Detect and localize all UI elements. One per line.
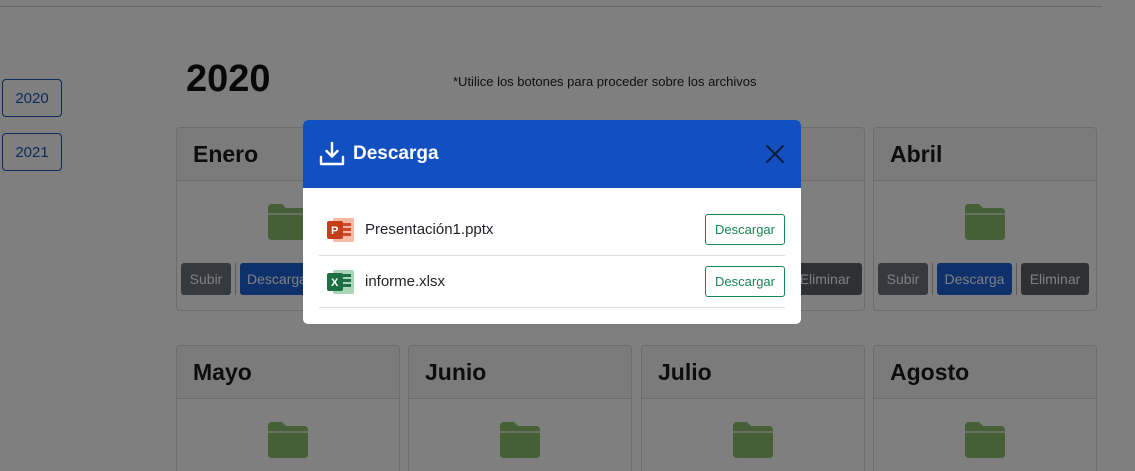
download-file-button[interactable]: Descargar <box>705 214 785 245</box>
close-icon[interactable] <box>763 142 787 166</box>
file-name: informe.xlsx <box>365 273 446 290</box>
svg-text:X: X <box>331 277 339 289</box>
svg-text:P: P <box>331 225 338 237</box>
modal-header: Descarga <box>303 120 801 188</box>
download-file-button[interactable]: Descargar <box>705 266 785 297</box>
file-row: P Presentación1.pptx Descargar <box>319 204 785 256</box>
file-row: X informe.xlsx Descargar <box>319 256 785 308</box>
file-name: Presentación1.pptx <box>365 221 494 238</box>
powerpoint-icon: P <box>327 217 354 242</box>
excel-icon: X <box>327 269 354 294</box>
download-icon <box>319 141 345 166</box>
modal-title: Descarga <box>353 143 439 164</box>
file-list: P Presentación1.pptx Descargar X informe… <box>303 188 801 308</box>
download-modal: Descarga P Presentación1.pptx Descargar <box>303 120 801 324</box>
